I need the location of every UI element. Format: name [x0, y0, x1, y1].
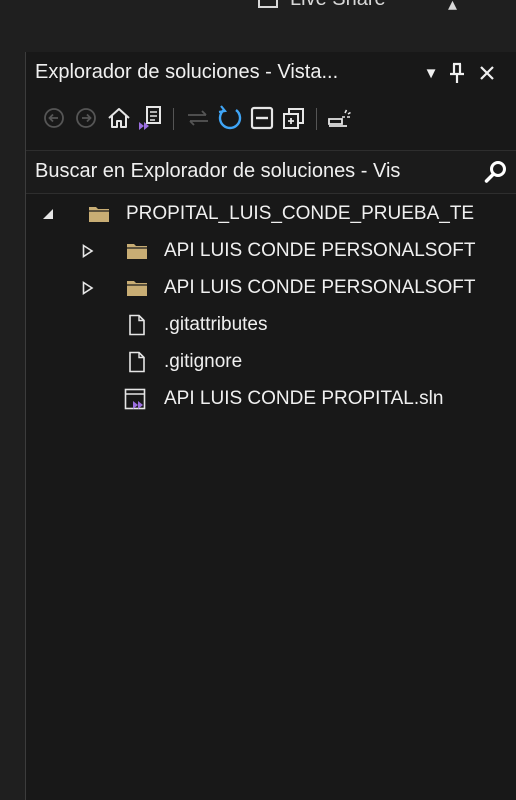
switch-views-icon[interactable] [136, 104, 164, 132]
show-all-files-icon[interactable] [280, 104, 308, 132]
file-icon [126, 314, 148, 336]
account-icon[interactable]: ▴ [448, 0, 457, 15]
refresh-icon[interactable] [216, 104, 244, 132]
tree-item-project[interactable]: API LUIS CONDE PERSONALSOFT [26, 235, 516, 267]
folder-icon [88, 203, 110, 225]
toolbar-separator [316, 108, 317, 130]
tree-item-label: .gitattributes [164, 314, 268, 335]
search-bar [26, 150, 516, 194]
solution-file-icon [124, 388, 146, 410]
collapse-all-icon[interactable] [248, 104, 276, 132]
close-icon[interactable] [474, 58, 500, 88]
tree-item-label: API LUIS CONDE PERSONALSOFT [164, 240, 476, 261]
live-share-label[interactable]: Live Share [290, 0, 386, 11]
tree-item-label: API LUIS CONDE PROPITAL.sln [164, 388, 444, 409]
window-top-strip: Live Share ▴ [0, 0, 516, 52]
folder-icon [126, 277, 148, 299]
tree-item-label: API LUIS CONDE PERSONALSOFT [164, 277, 476, 298]
tree-item-root[interactable]: PROPITAL_LUIS_CONDE_PRUEBA_TE [26, 198, 516, 230]
expanded-arrow-icon[interactable] [40, 206, 56, 222]
home-icon[interactable] [105, 104, 133, 132]
tree-item-file[interactable]: .gitattributes [26, 309, 516, 341]
live-share-icon [258, 0, 278, 8]
panel-title-bar: Explorador de soluciones - Vista... ▼ [26, 52, 516, 94]
properties-icon[interactable] [326, 104, 354, 132]
forward-icon[interactable] [72, 104, 100, 132]
tree-item-project[interactable]: API LUIS CONDE PERSONALSOFT [26, 272, 516, 304]
tree-item-solution-file[interactable]: API LUIS CONDE PROPITAL.sln [26, 383, 516, 415]
pin-icon[interactable] [444, 58, 470, 88]
toolbar-separator [173, 108, 174, 130]
back-icon[interactable] [40, 104, 68, 132]
dropdown-arrow-icon[interactable]: ▼ [418, 58, 444, 88]
tree-item-label: PROPITAL_LUIS_CONDE_PRUEBA_TE [126, 203, 475, 224]
collapsed-arrow-icon[interactable] [80, 243, 96, 259]
sync-with-active-document-icon[interactable] [184, 104, 212, 132]
panel-toolbar [26, 96, 516, 140]
folder-icon [126, 240, 148, 262]
collapsed-arrow-icon[interactable] [80, 280, 96, 296]
file-icon [126, 351, 148, 373]
search-icon[interactable] [483, 159, 509, 185]
tree-item-file[interactable]: .gitignore [26, 346, 516, 378]
solution-explorer-panel: Explorador de soluciones - Vista... ▼ Bu… [25, 52, 516, 800]
tree-item-label: .gitignore [164, 351, 243, 372]
search-input[interactable] [26, 151, 476, 191]
panel-title: Explorador de soluciones - Vista... [35, 61, 339, 83]
